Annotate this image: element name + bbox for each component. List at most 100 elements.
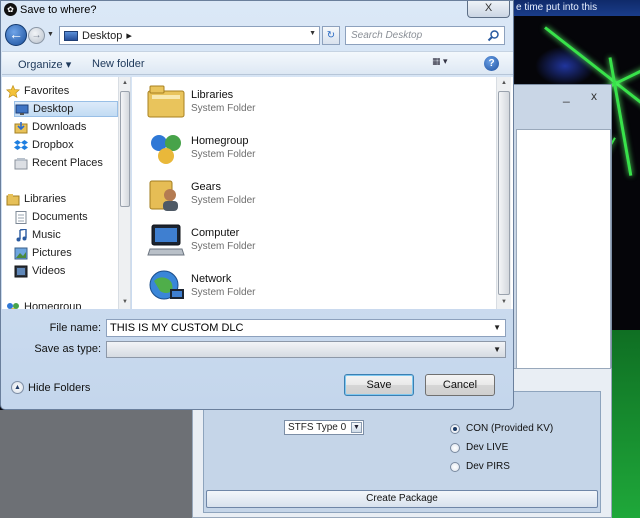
desktop-icon: [64, 30, 78, 41]
file-name: Libraries: [191, 89, 234, 101]
scroll-up-arrow-icon[interactable]: ▲: [501, 80, 507, 86]
nav-item-music[interactable]: Music: [14, 227, 130, 243]
app-close-button[interactable]: x: [591, 89, 597, 103]
file-type: System Folder: [191, 287, 256, 298]
file-list: Libraries System Folder Homegroup System…: [132, 77, 513, 309]
nav-item-label: Libraries: [24, 193, 67, 205]
radio-button-icon: [450, 423, 460, 434]
pictures-icon: [14, 247, 28, 259]
stfs-type-select[interactable]: STFS Type 0 ▼: [284, 420, 364, 435]
scroll-down-arrow-icon[interactable]: ▼: [122, 299, 128, 305]
nav-item-dropbox[interactable]: Dropbox: [14, 137, 130, 153]
chevron-down-icon[interactable]: ▼: [309, 30, 316, 37]
nav-item-label: Dropbox: [32, 139, 74, 151]
radio-con[interactable]: CON (Provided KV): [450, 423, 553, 434]
chevron-down-icon: ▼: [351, 422, 362, 433]
nav-item-documents[interactable]: Documents: [14, 209, 130, 225]
file-item-homegroup[interactable]: Homegroup System Folder: [146, 127, 486, 171]
back-button[interactable]: ←: [5, 24, 27, 46]
file-type: System Folder: [191, 195, 256, 206]
file-name-label: File name:: [49, 322, 101, 334]
nav-item-label: Downloads: [32, 121, 87, 133]
background-grey-area: [0, 410, 192, 518]
command-toolbar: Organize ▾ New folder ▦ ▾ ?: [2, 51, 513, 75]
scroll-down-arrow-icon[interactable]: ▼: [501, 299, 507, 305]
radio-label: CON (Provided KV): [466, 423, 554, 434]
nav-scroll-thumb[interactable]: [120, 91, 130, 207]
save-as-type-label: Save as type:: [34, 343, 101, 355]
file-name: Computer: [191, 227, 240, 239]
hide-folders-label: Hide Folders: [28, 381, 91, 394]
nav-scrollbar[interactable]: ▲ ▼: [118, 77, 130, 309]
file-name: Homegroup: [191, 135, 249, 147]
file-item-computer[interactable]: Computer System Folder: [146, 219, 486, 263]
nav-item-videos[interactable]: Videos: [14, 263, 130, 279]
nav-item-label: Desktop: [33, 103, 74, 115]
nav-item-desktop[interactable]: Desktop: [14, 101, 118, 117]
wallpaper-glow: [535, 46, 595, 86]
radio-button-icon: [450, 442, 460, 453]
help-icon[interactable]: ?: [484, 56, 499, 71]
network-icon: [149, 270, 184, 300]
hide-folders-button[interactable]: ▲ Hide Folders: [11, 381, 90, 394]
dialog-close-button[interactable]: X: [467, 1, 510, 18]
nav-item-label: Recent Places: [32, 157, 103, 169]
file-name: Gears: [191, 181, 221, 193]
radio-dev-live[interactable]: Dev LIVE: [450, 442, 508, 453]
nav-item-downloads[interactable]: Downloads: [14, 119, 130, 135]
documents-icon: [15, 210, 27, 224]
chevron-down-icon[interactable]: ▼: [493, 345, 501, 354]
breadcrumb-separator[interactable]: ▸: [126, 29, 132, 42]
nav-item-recent-places[interactable]: Recent Places: [14, 155, 130, 171]
nav-item-homegroup[interactable]: Homegroup: [6, 299, 122, 309]
nav-item-libraries[interactable]: Libraries: [6, 191, 122, 207]
cancel-button[interactable]: Cancel: [425, 374, 495, 396]
address-bar[interactable]: Desktop ▸ ▼: [59, 26, 320, 45]
search-input[interactable]: [346, 27, 484, 44]
dropbox-icon: [14, 139, 28, 150]
search-box[interactable]: [345, 26, 505, 45]
nav-item-label: Videos: [32, 265, 66, 277]
radio-label: Dev PIRS: [466, 461, 510, 472]
new-folder-button[interactable]: New folder: [92, 58, 145, 70]
recent-pages-dropdown[interactable]: ▼: [47, 31, 54, 38]
search-icon[interactable]: [487, 29, 500, 42]
recent-places-icon: [14, 157, 28, 169]
app-minimize-button[interactable]: _: [563, 89, 570, 103]
file-name-input[interactable]: [107, 320, 487, 336]
background-top-text: e time put into this: [516, 2, 598, 13]
file-list-scrollbar[interactable]: ▲ ▼: [496, 77, 511, 309]
libraries-icon: [6, 193, 20, 205]
radio-dev-pirs[interactable]: Dev PIRS: [450, 461, 510, 472]
nav-item-pictures[interactable]: Pictures: [14, 245, 130, 261]
change-view-button[interactable]: ▦ ▾: [432, 56, 462, 71]
file-list-scroll-thumb[interactable]: [498, 91, 510, 295]
chevron-down-icon[interactable]: ▼: [493, 323, 501, 332]
file-item-libraries[interactable]: Libraries System Folder: [146, 81, 486, 125]
nav-item-label: Pictures: [32, 247, 72, 259]
create-package-button[interactable]: Create Package: [206, 490, 598, 508]
file-item-gears[interactable]: Gears System Folder: [146, 173, 486, 217]
save-as-type-select[interactable]: ▼: [106, 341, 506, 358]
file-name-combobox[interactable]: ▼: [106, 319, 506, 337]
address-location[interactable]: Desktop: [82, 30, 122, 42]
file-name: Network: [191, 273, 232, 285]
nav-item-favorites[interactable]: Favorites: [6, 83, 122, 99]
save-dialog: ✿ Save to where? X ← → ▼ Desktop ▸ ▼ ↻ O…: [0, 0, 514, 410]
file-type: System Folder: [191, 103, 256, 114]
refresh-button[interactable]: ↻: [322, 26, 340, 45]
stfs-type-value: STFS Type 0: [288, 422, 347, 433]
scroll-up-arrow-icon[interactable]: ▲: [122, 80, 128, 86]
file-type: System Folder: [191, 241, 256, 252]
background-app-window: _ x: [512, 84, 612, 376]
save-button[interactable]: Save: [344, 374, 414, 396]
music-icon: [16, 228, 27, 241]
star-icon: [6, 84, 20, 98]
forward-button[interactable]: →: [28, 27, 45, 44]
radio-button-icon: [450, 461, 460, 472]
dialog-titlebar[interactable]: ✿ Save to where? X: [1, 1, 515, 19]
file-item-network[interactable]: Network System Folder: [146, 265, 486, 309]
organize-menu[interactable]: Organize ▾: [18, 58, 71, 71]
app-paw-icon: ✿: [4, 3, 17, 16]
nav-item-label: Homegroup: [24, 301, 82, 309]
